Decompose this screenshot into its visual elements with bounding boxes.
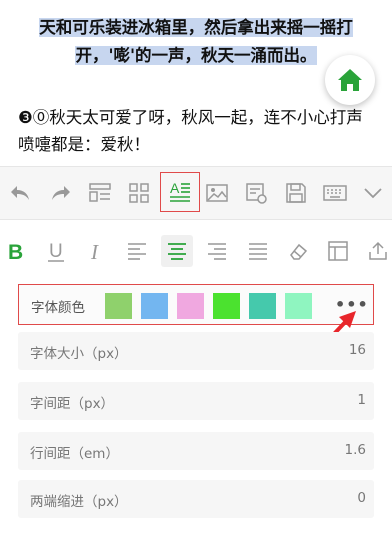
share-icon: [369, 241, 387, 260]
align-justify-button[interactable]: [242, 235, 274, 267]
svg-text:A: A: [170, 180, 180, 196]
collapse-button[interactable]: [356, 176, 390, 210]
text-format-button[interactable]: A: [160, 172, 200, 212]
keyboard-button[interactable]: [318, 176, 352, 210]
color-swatch[interactable]: [177, 293, 204, 319]
color-swatch[interactable]: [285, 293, 312, 319]
color-swatch[interactable]: [105, 293, 132, 319]
main-toolbar: A: [0, 166, 392, 220]
italic-button[interactable]: I: [80, 235, 112, 267]
font-size-label: 字体大小（px）: [30, 346, 128, 362]
line-height-value[interactable]: 1.6: [345, 442, 366, 458]
letter-spacing-value[interactable]: 1: [357, 392, 366, 408]
home-icon: [338, 69, 362, 91]
line-height-field[interactable]: 行间距（em） 1.6: [18, 432, 374, 470]
doc-settings-button[interactable]: [239, 176, 273, 210]
format-toolbar: B U I: [0, 221, 392, 281]
align-left-icon: [128, 243, 146, 260]
template-button[interactable]: [322, 235, 354, 267]
font-size-field[interactable]: 字体大小（px） 16: [18, 332, 374, 370]
image-button[interactable]: [200, 176, 234, 210]
layout-icon: [89, 183, 111, 202]
align-right-icon: [208, 243, 226, 260]
svg-text:I: I: [90, 240, 99, 262]
layout-button[interactable]: [83, 176, 117, 210]
chevron-down-icon: [364, 188, 382, 199]
highlighted-paragraph[interactable]: 天和可乐装进冰箱里，然后拿出来摇一摇打开，'嘭'的一声，秋天一涌而出。: [18, 14, 374, 70]
save-button[interactable]: [279, 176, 313, 210]
align-center-icon: [168, 243, 186, 260]
svg-text:B: B: [8, 241, 23, 262]
text-style-panel: 字体颜色 ••• 字体大小（px） 16 字间距（px） 1 行间距（em） 1…: [0, 281, 392, 544]
save-icon: [286, 183, 306, 203]
selected-text[interactable]: 天和可乐装进冰箱里，然后拿出来摇一摇打开，'嘭'的一声，秋天一涌而出。: [39, 18, 353, 65]
bold-button[interactable]: B: [0, 235, 32, 267]
line-height-label: 行间距（em）: [30, 446, 119, 462]
underline-icon: U: [48, 241, 64, 262]
bold-icon: B: [8, 241, 23, 262]
letter-spacing-field[interactable]: 字间距（px） 1: [18, 382, 374, 420]
grid-icon: [129, 183, 149, 203]
indent-field[interactable]: 两端缩进（px） 0: [18, 480, 374, 518]
home-button[interactable]: [325, 55, 375, 105]
grid-button[interactable]: [122, 176, 156, 210]
text-format-icon: A: [170, 180, 190, 202]
color-swatch[interactable]: [141, 293, 168, 319]
editor-content[interactable]: 天和可乐装进冰箱里，然后拿出来摇一摇打开，'嘭'的一声，秋天一涌而出。 ❸⓪秋天…: [0, 0, 392, 166]
redo-icon: [52, 186, 70, 200]
color-swatch[interactable]: [249, 293, 276, 319]
align-justify-icon: [249, 243, 267, 260]
align-left-button[interactable]: [121, 235, 153, 267]
eraser-icon: [290, 243, 308, 260]
indent-value[interactable]: 0: [357, 490, 366, 506]
image-icon: [206, 184, 228, 202]
settings-doc-icon: [246, 183, 267, 204]
paragraph[interactable]: ❸⓪秋天太可爱了呀，秋风一起，连不小心打声喷嚏都是：爱秋！: [18, 104, 374, 158]
align-center-button[interactable]: [161, 235, 193, 267]
keyboard-icon: [323, 185, 347, 201]
align-right-button[interactable]: [201, 235, 233, 267]
underline-button[interactable]: U: [40, 235, 72, 267]
clear-format-button[interactable]: [282, 235, 314, 267]
font-size-value[interactable]: 16: [349, 342, 366, 358]
font-color-label: 字体颜色: [31, 300, 85, 316]
template-icon: [328, 241, 348, 261]
letter-spacing-label: 字间距（px）: [30, 396, 115, 412]
svg-text:U: U: [49, 241, 63, 262]
color-swatch[interactable]: [213, 293, 240, 319]
indent-label: 两端缩进（px）: [30, 494, 128, 510]
redo-button[interactable]: [44, 176, 78, 210]
share-button[interactable]: [362, 235, 392, 267]
undo-button[interactable]: [3, 176, 37, 210]
undo-icon: [11, 186, 29, 200]
italic-icon: I: [90, 240, 99, 262]
